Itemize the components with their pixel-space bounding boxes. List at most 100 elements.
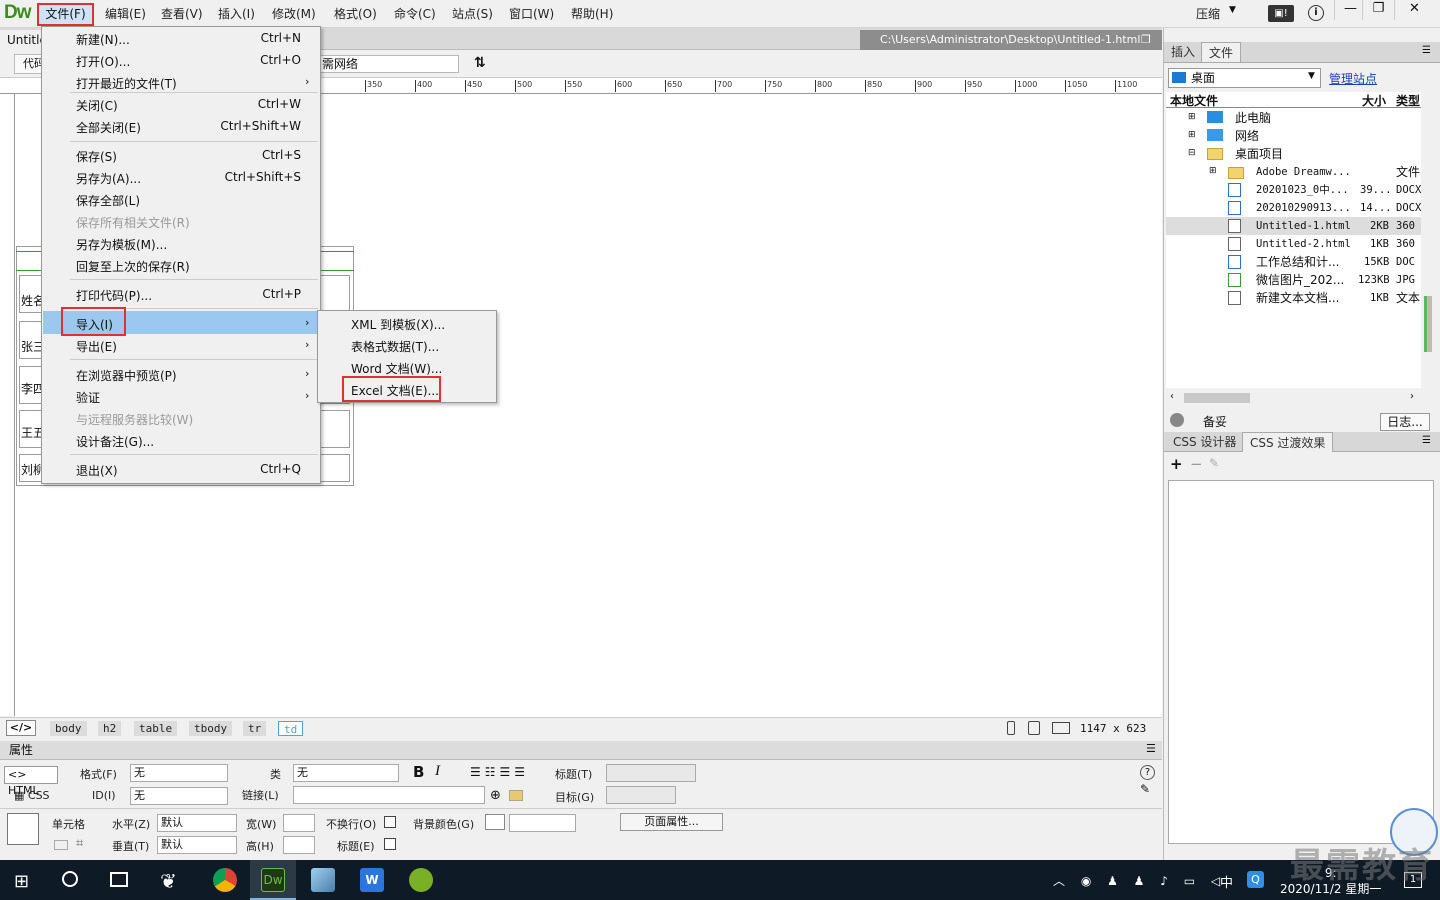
folder-icon[interactable] [509,790,523,801]
header-checkbox[interactable] [384,838,396,850]
collapse-icon[interactable]: ⊟ [1188,148,1196,158]
menu-item-open-recent[interactable]: 打开最近的文件(T) [76,75,177,92]
submenu-item-word-document[interactable]: Word 文档(W)... [351,360,442,377]
tree-item[interactable]: 桌面项目 [1235,145,1355,163]
expand-icon[interactable]: ⊞ [1209,166,1217,176]
merge-cells-icon[interactable] [54,840,68,850]
help-icon[interactable]: ? [1140,765,1155,780]
tag-tr[interactable]: tr [243,721,267,736]
code-brackets-icon[interactable]: </> [6,720,36,736]
menu-item-exit[interactable]: 退出(X) [76,462,118,479]
link-input[interactable] [293,786,485,804]
bold-icon[interactable]: B [413,763,424,781]
restore-window-icon[interactable]: ❐ [1141,33,1151,46]
scrollbar-thumb[interactable] [1424,296,1432,352]
id-select[interactable]: 无 [130,787,228,805]
chevron-left-icon[interactable]: ‹ [1170,391,1174,402]
remove-icon[interactable]: − [1190,455,1203,473]
menu-modify[interactable]: 修改(M) [272,5,316,22]
menu-item-close[interactable]: 关闭(C) [76,97,118,114]
tree-item[interactable]: 新建文本文档... [1256,289,1356,307]
menu-item-print-code[interactable]: 打印代码(P)... [76,287,152,304]
split-cell-icon[interactable]: ⌗ [76,836,83,851]
menu-item-open[interactable]: 打开(O)... [76,53,130,70]
sync-settings-icon[interactable]: ▣! [1268,5,1294,22]
qq-icon[interactable]: Q [1247,871,1264,888]
chrome-icon[interactable] [213,868,237,892]
tag-td[interactable]: td [278,721,304,736]
point-to-file-icon[interactable]: ⊕ [490,788,501,803]
menu-window[interactable]: 窗口(W) [509,5,554,22]
menu-site[interactable]: 站点(S) [452,5,493,22]
mobile-size-icon[interactable] [1007,721,1015,735]
col-type[interactable]: 类型 [1396,92,1420,109]
restore-button[interactable]: ❐ [1362,0,1394,20]
info-icon[interactable]: i [1308,5,1324,21]
close-button[interactable]: ✕ [1394,0,1434,20]
menu-item-close-all[interactable]: 全部关闭(E) [76,119,141,136]
app-icon[interactable] [409,868,433,892]
add-icon[interactable]: + [1170,455,1183,473]
tab-css-designer[interactable]: CSS 设计器 [1166,432,1243,452]
chevron-right-icon[interactable]: › [1410,391,1414,402]
menu-item-save[interactable]: 保存(S) [76,148,117,165]
height-input[interactable] [283,836,315,854]
menu-insert[interactable]: 插入(I) [218,5,255,22]
app-icon[interactable] [311,868,335,892]
menu-edit[interactable]: 编辑(E) [105,5,146,22]
compress-dropdown[interactable]: 压缩 [1196,5,1220,22]
tree-item[interactable]: 网络 [1235,127,1355,145]
css-mode-button[interactable]: ▦ CSS [14,789,50,802]
col-local-files[interactable]: 本地文件 [1170,92,1218,109]
submenu-item-xml-to-template[interactable]: XML 到模板(X)... [351,316,445,333]
tab-css-transitions[interactable]: CSS 过渡效果 [1242,432,1334,452]
start-icon[interactable]: ⊞ [14,871,29,892]
tag-tbody[interactable]: tbody [189,721,233,736]
panel-menu-icon[interactable]: ☰ [1422,435,1431,446]
log-button[interactable]: 日志... [1380,413,1430,431]
menu-item-save-all[interactable]: 保存全部(L) [76,192,140,209]
expand-icon[interactable]: ⊞ [1188,112,1196,122]
title-input[interactable]: 需网络 [317,55,459,73]
tree-item[interactable]: Untitled-1.html [1256,217,1356,235]
menu-item-preview[interactable]: 在浏览器中预览(P) [76,367,177,384]
col-size[interactable]: 大小 [1362,92,1386,109]
submenu-item-tabular-data[interactable]: 表格式数据(T)... [351,338,439,355]
document-tab[interactable]: Untitle [0,30,47,50]
tree-item[interactable]: Adobe Dreamw... [1256,163,1356,181]
site-select[interactable]: 桌面 [1168,68,1321,88]
panel-menu-icon[interactable]: ☰ [1146,742,1156,755]
panel-menu-icon[interactable]: ☰ [1422,45,1431,56]
class-select[interactable]: 无 [293,764,399,782]
menu-item-new[interactable]: 新建(N)... [76,31,130,48]
tab-files[interactable]: 文件 [1201,42,1242,62]
menu-item-save-as-template[interactable]: 另存为模板(M)... [76,236,167,253]
list-icons[interactable]: ☰☷☰☰ [470,765,529,779]
tab-insert[interactable]: 插入 [1164,42,1202,62]
dreamweaver-icon[interactable]: Dw [261,868,285,892]
format-select[interactable]: 无 [130,764,228,782]
css-transitions-list[interactable] [1168,480,1434,844]
menu-item-save-as[interactable]: 另存为(A)... [76,170,141,187]
manage-sites-link[interactable]: 管理站点 [1329,70,1377,87]
file-transfer-icon[interactable]: ⇅ [474,55,486,71]
nowrap-checkbox[interactable] [384,816,396,828]
vertical-select[interactable]: 默认 [157,836,237,854]
menu-item-design-notes[interactable]: 设计备注(G)... [76,433,154,450]
tag-h2[interactable]: h2 [98,721,122,736]
desktop-size-icon[interactable] [1052,722,1070,734]
tree-item[interactable]: 202010290913... [1256,199,1356,217]
italic-icon[interactable]: I [435,763,440,780]
wps-icon[interactable]: W [360,868,384,892]
menu-help[interactable]: 帮助(H) [571,5,613,22]
edit-icon[interactable]: ✎ [1140,782,1150,796]
tree-item[interactable]: 此电脑 [1235,109,1355,127]
search-icon[interactable] [62,871,78,887]
expand-icon[interactable]: ⊞ [1188,130,1196,140]
menu-commands[interactable]: 命令(C) [394,5,436,22]
window-size[interactable]: 1147 x 623 [1080,722,1146,735]
color-swatch[interactable] [485,814,505,830]
task-view-icon[interactable] [110,872,128,887]
tray-icons[interactable]: ︿ ◉ ♟ ♟ ♪ ▭ ◁ [1053,872,1226,889]
html-mode-button[interactable]: <> HTML [4,766,58,797]
